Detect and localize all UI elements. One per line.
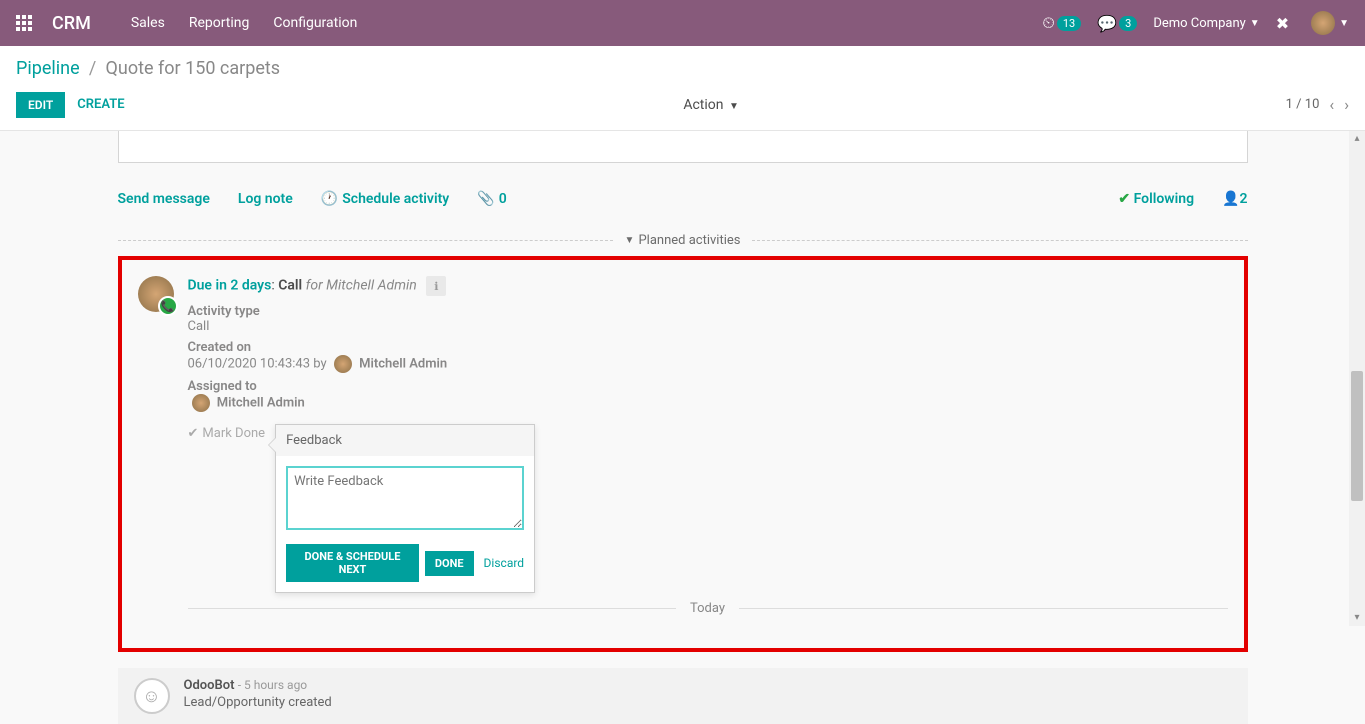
activities-count: 13 [1057, 16, 1081, 31]
messages-count: 3 [1119, 16, 1137, 31]
popover-title: Feedback [276, 425, 534, 456]
navbar: CRM Sales Reporting Configuration ⏲ 13 💬… [0, 0, 1365, 46]
action-dropdown[interactable]: Action ▼ [683, 97, 739, 113]
log-entry: ☺ OdooBot - 5 hours ago Lead/Opportunity… [118, 668, 1248, 724]
activity-item: 📞 Due in 2 days: Call for Mitchell Admin… [138, 276, 1228, 632]
user-avatar [1311, 11, 1335, 35]
following-button[interactable]: ✔ Following [1118, 191, 1194, 207]
value-activity-type: Call [188, 319, 1228, 334]
person-icon: 👤 [1222, 191, 1239, 207]
company-name: Demo Company [1153, 16, 1245, 31]
breadcrumb-separator: / [89, 58, 96, 79]
activity-details: Activity type Call Created on 06/10/2020… [188, 304, 1228, 412]
activities-indicator[interactable]: ⏲ 13 [1042, 13, 1081, 33]
info-icon[interactable]: ℹ [426, 276, 446, 296]
log-time: - 5 hours ago [238, 678, 307, 692]
chat-icon: 💬 [1097, 14, 1117, 33]
value-created-on: 06/10/2020 10:43:43 by Mitchell Admin [188, 355, 1228, 373]
scrollbar[interactable]: ▴ ▾ [1349, 131, 1365, 626]
feedback-popover: Feedback DONE & SCHEDULE NEXT DONE Disca… [275, 424, 535, 593]
today-label: Today [676, 601, 739, 616]
activity-due: Due in 2 days [188, 278, 272, 294]
pager: 1 / 10 ‹ › [1286, 95, 1349, 114]
chatter: Send message Log note 🕐Schedule activity… [118, 183, 1248, 652]
scroll-up-icon[interactable]: ▴ [1349, 131, 1365, 147]
scrollbar-thumb[interactable] [1351, 371, 1363, 501]
caret-down-icon: ▼ [1339, 18, 1349, 29]
breadcrumb-current: Quote for 150 carpets [106, 58, 281, 79]
activity-actions: ✔ Mark Done Feedback DONE & SCHEDULE NEX… [188, 424, 1228, 593]
user-menu[interactable]: ▼ [1305, 11, 1349, 35]
activity-header: Due in 2 days: Call for Mitchell Admin ℹ [188, 276, 1228, 296]
label-assigned-to: Assigned to [188, 379, 1228, 394]
caret-down-icon: ▼ [625, 235, 635, 246]
send-message-tab[interactable]: Send message [118, 191, 210, 207]
assigned-to-name: Mitchell Admin [217, 395, 305, 410]
pager-prev[interactable]: ‹ [1329, 95, 1334, 114]
check-icon: ✔ [188, 426, 199, 441]
edit-button[interactable]: EDIT [16, 92, 65, 118]
log-note-tab[interactable]: Log note [238, 191, 293, 207]
created-by-name: Mitchell Admin [359, 356, 447, 371]
activity-avatar: 📞 [138, 276, 174, 312]
log-author: OdooBot [184, 678, 235, 693]
label-created-on: Created on [188, 340, 1228, 355]
log-message: Lead/Opportunity created [184, 695, 332, 710]
debug-icon[interactable]: ✖ [1276, 14, 1289, 33]
menu-configuration[interactable]: Configuration [273, 15, 357, 31]
attachments-tab[interactable]: 📎0 [477, 191, 506, 207]
chatter-tabs: Send message Log note 🕐Schedule activity… [118, 183, 1248, 215]
today-divider: Today [188, 601, 1228, 616]
planned-activities-header[interactable]: ▼Planned activities [118, 233, 1248, 248]
bot-avatar: ☺ [134, 678, 170, 714]
label-activity-type: Activity type [188, 304, 1228, 319]
caret-down-icon: ▼ [1250, 18, 1260, 29]
followers-button[interactable]: 👤2 [1222, 191, 1247, 207]
form-sheet-area: Send message Log note 🕐Schedule activity… [0, 131, 1365, 724]
paperclip-icon: 📎 [477, 191, 494, 207]
mini-avatar [334, 355, 352, 373]
feedback-textarea[interactable] [286, 466, 524, 530]
breadcrumb: Pipeline / Quote for 150 carpets [0, 46, 1365, 83]
menu-reporting[interactable]: Reporting [189, 15, 250, 31]
mark-done-button[interactable]: ✔ Mark Done [188, 424, 266, 441]
activity-type-short: Call [278, 278, 302, 294]
check-icon: ✔ [1118, 191, 1130, 207]
phone-icon: 📞 [158, 296, 178, 316]
wrench-icon: ✖ [1276, 14, 1289, 33]
pager-text: 1 / 10 [1286, 97, 1320, 112]
control-panel: EDIT CREATE Action ▼ 1 / 10 ‹ › [0, 83, 1365, 131]
menu-sales[interactable]: Sales [131, 15, 165, 31]
clock-icon: 🕐 [321, 191, 338, 207]
pager-next[interactable]: › [1344, 95, 1349, 114]
activity-highlight: 📞 Due in 2 days: Call for Mitchell Admin… [118, 256, 1248, 652]
company-switcher[interactable]: Demo Company ▼ [1153, 16, 1259, 31]
brand[interactable]: CRM [52, 13, 91, 34]
scroll-down-icon[interactable]: ▾ [1349, 610, 1365, 626]
done-schedule-next-button[interactable]: DONE & SCHEDULE NEXT [286, 544, 419, 582]
mini-avatar [192, 394, 210, 412]
messages-indicator[interactable]: 💬 3 [1097, 14, 1137, 33]
caret-down-icon: ▼ [729, 101, 739, 112]
apps-icon[interactable] [16, 15, 32, 31]
breadcrumb-parent[interactable]: Pipeline [16, 58, 80, 79]
clock-icon: ⏲ [1042, 13, 1054, 33]
value-assigned-to: Mitchell Admin [188, 394, 1228, 412]
done-button[interactable]: DONE [425, 551, 474, 576]
create-button[interactable]: CREATE [65, 91, 136, 118]
schedule-activity-tab[interactable]: 🕐Schedule activity [321, 191, 449, 207]
discard-link[interactable]: Discard [484, 556, 525, 570]
form-sheet [118, 131, 1248, 163]
